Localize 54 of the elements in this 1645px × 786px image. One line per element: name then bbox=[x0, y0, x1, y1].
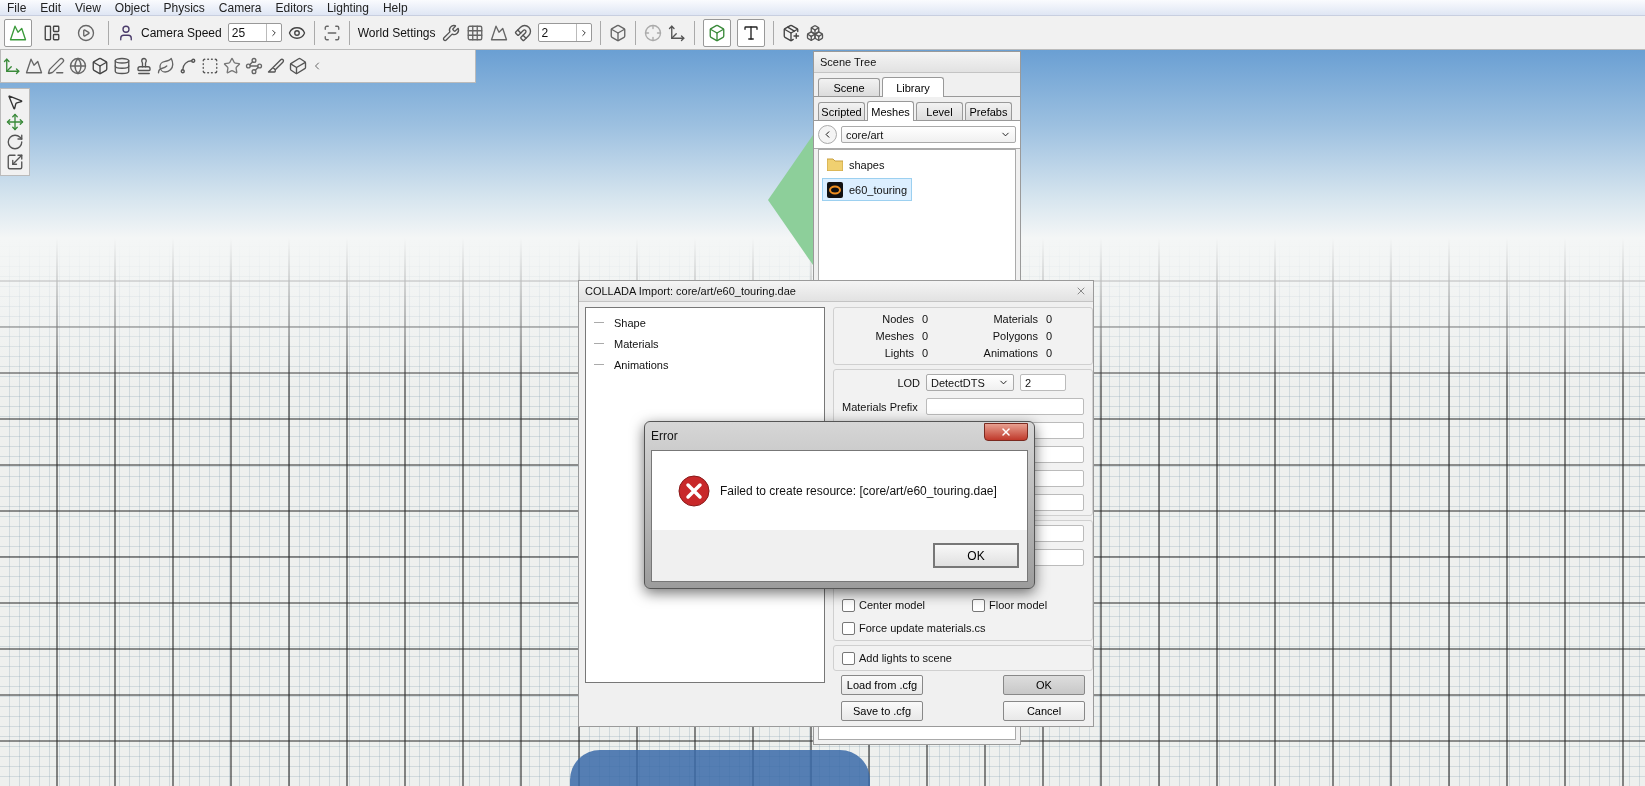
error-message: Failed to create resource: [core/art/e60_touring.dae] bbox=[720, 483, 997, 498]
materials-prefix-label: Materials Prefix bbox=[842, 400, 919, 413]
cancel-button[interactable]: Cancel bbox=[1003, 701, 1085, 721]
stat-value: 0 bbox=[922, 313, 930, 325]
menu-item[interactable]: File bbox=[0, 0, 34, 15]
stat-label: Nodes bbox=[881, 313, 914, 325]
window-title: Scene Tree bbox=[820, 56, 877, 68]
path-dropdown[interactable]: core/art bbox=[841, 126, 1016, 143]
tab[interactable]: Library bbox=[882, 77, 944, 97]
camera-speed-field[interactable]: 25 bbox=[227, 23, 282, 42]
stat-value: 0 bbox=[922, 347, 930, 359]
checkbox-label: Floor model bbox=[989, 599, 1048, 611]
stat-label: Animations bbox=[982, 347, 1038, 359]
list-item[interactable]: e60_touring bbox=[822, 178, 913, 201]
stat-label: Meshes bbox=[874, 330, 914, 342]
dialog-title: Error bbox=[651, 429, 678, 443]
stat-value: 0 bbox=[1046, 347, 1054, 359]
lod-label: LOD bbox=[896, 376, 920, 389]
save-button[interactable]: Save to .cfg bbox=[841, 701, 923, 721]
tree-item[interactable]: Animations bbox=[614, 358, 669, 371]
load-button[interactable]: Load from .cfg bbox=[841, 675, 923, 695]
lod-size-field[interactable]: 2 bbox=[1020, 374, 1066, 391]
stat-value: 0 bbox=[1046, 330, 1054, 342]
tab[interactable]: Meshes bbox=[867, 101, 914, 121]
menu-item[interactable]: Physics bbox=[156, 0, 212, 15]
menu-item[interactable]: Camera bbox=[211, 0, 269, 15]
tab[interactable]: Level bbox=[916, 102, 963, 120]
camera-speed-label: Camera Speed bbox=[141, 25, 222, 40]
stat-value: 0 bbox=[922, 330, 930, 342]
tree-item[interactable]: Shape bbox=[614, 316, 646, 329]
tree-item[interactable]: Materials bbox=[614, 337, 659, 350]
stat-label: Materials bbox=[992, 313, 1038, 325]
menu-item[interactable]: View bbox=[68, 0, 108, 15]
world-settings-label[interactable]: World Settings bbox=[357, 25, 436, 40]
menu-item[interactable]: Lighting bbox=[319, 0, 376, 15]
list-item[interactable]: shapes bbox=[822, 153, 912, 176]
tab[interactable]: Scripted bbox=[818, 102, 865, 120]
menu-item[interactable]: Editors bbox=[268, 0, 320, 15]
snap-field[interactable]: 2 bbox=[537, 23, 592, 42]
dialog-title: COLLADA Import: core/art/e60_touring.dae bbox=[585, 285, 796, 297]
menu-item[interactable]: Edit bbox=[33, 0, 69, 15]
checkbox-label: Force update materials.cs bbox=[859, 622, 986, 634]
stat-label: Polygons bbox=[991, 330, 1038, 342]
menu-item[interactable]: Help bbox=[375, 0, 415, 15]
lod-dropdown[interactable]: DetectDTS bbox=[926, 374, 1014, 391]
checkbox-label: Center model bbox=[859, 599, 926, 611]
checkbox-label: Add lights to scene bbox=[859, 652, 952, 664]
stat-label: Lights bbox=[883, 347, 914, 359]
tab[interactable]: Scene bbox=[818, 78, 880, 96]
stat-value: 0 bbox=[1046, 313, 1054, 325]
tab[interactable]: Prefabs bbox=[965, 102, 1012, 120]
ok-button[interactable]: OK bbox=[1003, 675, 1085, 695]
menu-item[interactable]: Object bbox=[107, 0, 157, 15]
ok-button[interactable]: OK bbox=[933, 543, 1019, 568]
